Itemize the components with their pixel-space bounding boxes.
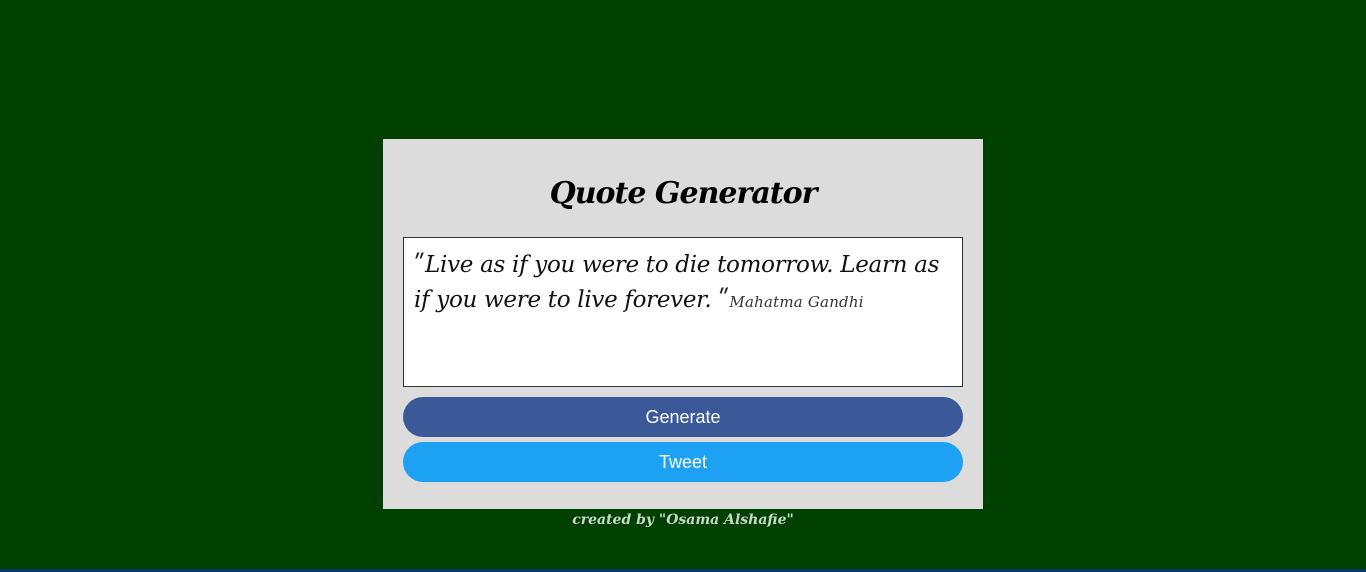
generate-button[interactable]: Generate <box>403 397 963 437</box>
page: { "app": { "title": "Quote Generator" },… <box>0 0 1366 572</box>
app-title: Quote Generator <box>549 176 818 211</box>
author-credit: created by "Osama Alshafie" <box>572 512 794 528</box>
close-quote-mark: ʺ <box>718 285 730 313</box>
open-quote-mark: ʺ <box>414 250 426 278</box>
tweet-button[interactable]: Tweet <box>403 442 963 482</box>
quote-display: ʺLive as if you were to die tomorrow. Le… <box>403 237 963 387</box>
quote-author: Mahatma Gandhi <box>729 293 864 311</box>
